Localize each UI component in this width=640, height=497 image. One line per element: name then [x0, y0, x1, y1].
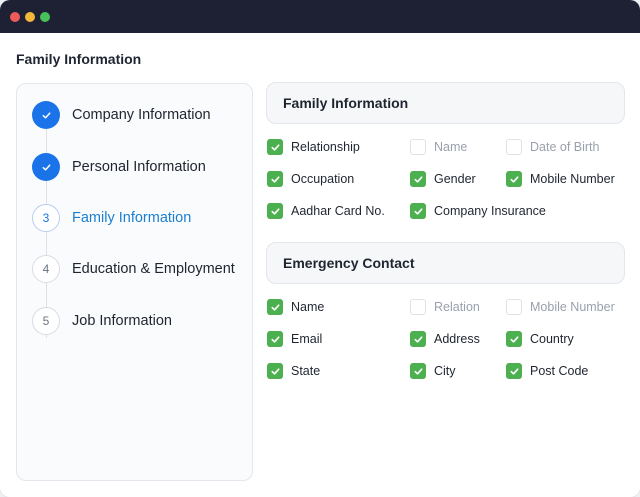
option-aadhar-card[interactable]: Aadhar Card No. — [267, 202, 385, 220]
option-address[interactable]: Address — [410, 330, 480, 348]
step-education-employment[interactable]: 4 Education & Employment — [32, 254, 235, 284]
checkbox-checked[interactable] — [506, 171, 522, 187]
checkbox-unchecked[interactable] — [506, 299, 522, 315]
option-city[interactable]: City — [410, 362, 456, 380]
emergency-section-header: Emergency Contact — [266, 242, 625, 284]
option-company-insurance[interactable]: Company Insurance — [410, 202, 546, 220]
step-number: 3 — [32, 204, 60, 232]
step-label: Company Information — [72, 107, 211, 123]
option-label: Relation — [434, 300, 480, 314]
option-label: Name — [434, 140, 468, 154]
step-number: 5 — [32, 307, 60, 335]
checkbox-checked[interactable] — [506, 363, 522, 379]
step-company-information[interactable]: Company Information — [32, 100, 211, 130]
option-label: Email — [291, 332, 323, 346]
option-country[interactable]: Country — [506, 330, 574, 348]
checkbox-unchecked[interactable] — [506, 139, 522, 155]
option-email[interactable]: Email — [267, 330, 322, 348]
option-emergency-mobile[interactable]: Mobile Number — [506, 298, 615, 316]
check-icon — [32, 101, 60, 129]
checkbox-checked[interactable] — [410, 363, 426, 379]
step-family-information[interactable]: 3 Family Information — [32, 203, 191, 233]
step-label: Job Information — [72, 313, 172, 329]
option-label: Company Insurance — [434, 204, 546, 218]
checkbox-checked[interactable] — [410, 203, 426, 219]
step-personal-information[interactable]: Personal Information — [32, 152, 206, 182]
minimize-window-icon[interactable] — [25, 12, 35, 22]
option-name[interactable]: Name — [410, 138, 467, 156]
option-label: Mobile Number — [530, 300, 615, 314]
option-label: Gender — [434, 172, 476, 186]
app-window: Family Information Company Information P… — [0, 0, 640, 497]
option-gender[interactable]: Gender — [410, 170, 476, 188]
stepper-panel: Company Information Personal Information… — [16, 83, 253, 481]
step-number: 4 — [32, 255, 60, 283]
option-label: Occupation — [291, 172, 355, 186]
checkbox-checked[interactable] — [410, 331, 426, 347]
checkbox-checked[interactable] — [267, 203, 283, 219]
page-title: Family Information — [16, 51, 142, 67]
option-post-code[interactable]: Post Code — [506, 362, 588, 380]
option-label: Country — [530, 332, 574, 346]
checkbox-checked[interactable] — [267, 139, 283, 155]
option-label: Post Code — [530, 364, 589, 378]
option-label: State — [291, 364, 321, 378]
option-label: City — [434, 364, 456, 378]
step-job-information[interactable]: 5 Job Information — [32, 306, 172, 336]
step-label: Personal Information — [72, 159, 206, 175]
option-date-of-birth[interactable]: Date of Birth — [506, 138, 599, 156]
option-occupation[interactable]: Occupation — [267, 170, 354, 188]
option-label: Mobile Number — [530, 172, 615, 186]
checkbox-checked[interactable] — [267, 299, 283, 315]
option-label: Aadhar Card No. — [291, 204, 385, 218]
family-section-header: Family Information — [266, 82, 625, 124]
window-titlebar — [0, 0, 640, 33]
checkbox-checked[interactable] — [410, 171, 426, 187]
close-window-icon[interactable] — [10, 12, 20, 22]
option-label: Address — [434, 332, 480, 346]
option-relation[interactable]: Relation — [410, 298, 480, 316]
check-icon — [32, 153, 60, 181]
option-label: Relationship — [291, 140, 360, 154]
checkbox-unchecked[interactable] — [410, 299, 426, 315]
checkbox-checked[interactable] — [267, 171, 283, 187]
checkbox-unchecked[interactable] — [410, 139, 426, 155]
option-label: Date of Birth — [530, 140, 600, 154]
option-relationship[interactable]: Relationship — [267, 138, 360, 156]
maximize-window-icon[interactable] — [40, 12, 50, 22]
checkbox-checked[interactable] — [267, 363, 283, 379]
step-label: Education & Employment — [72, 261, 235, 277]
option-mobile-number[interactable]: Mobile Number — [506, 170, 615, 188]
checkbox-checked[interactable] — [267, 331, 283, 347]
step-label: Family Information — [72, 210, 192, 226]
option-state[interactable]: State — [267, 362, 320, 380]
option-label: Name — [291, 300, 325, 314]
checkbox-checked[interactable] — [506, 331, 522, 347]
option-emergency-name[interactable]: Name — [267, 298, 324, 316]
